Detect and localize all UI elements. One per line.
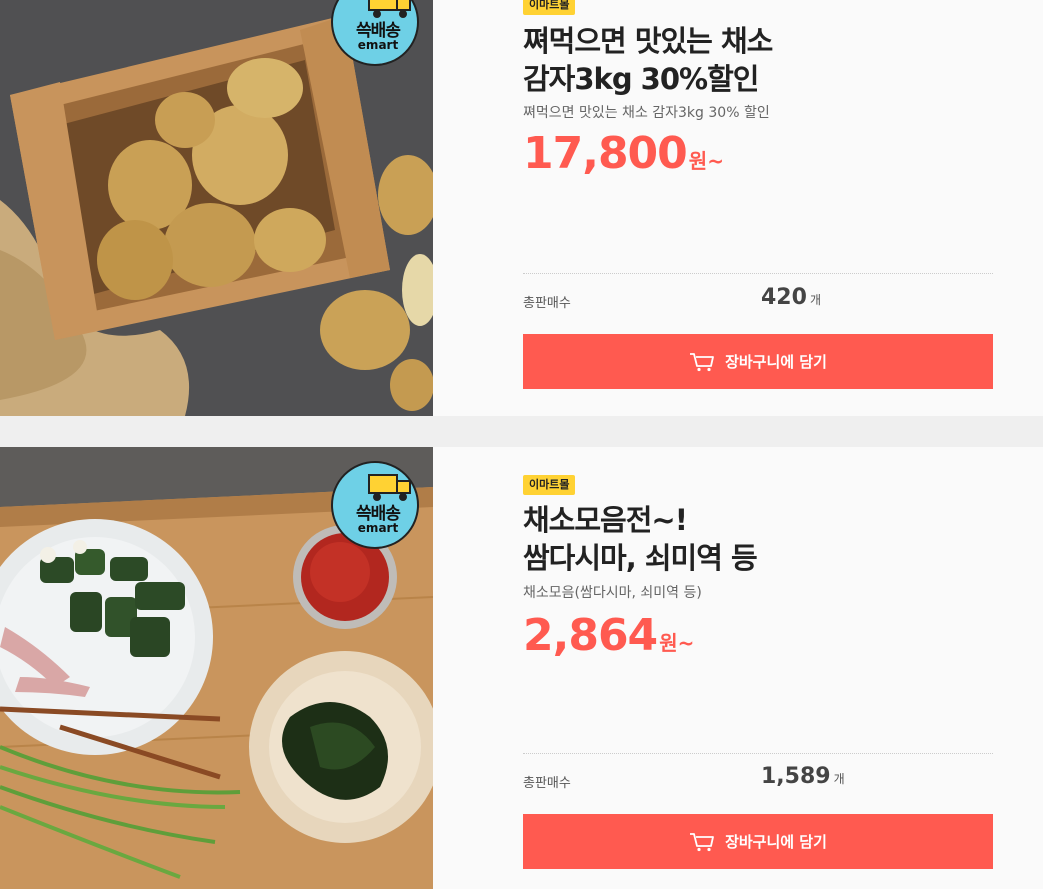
- add-to-cart-label: 장바구니에 담기: [725, 353, 827, 371]
- sales-count-unit: 개: [833, 772, 845, 786]
- sales-count: 1,589 개: [761, 764, 845, 789]
- add-to-cart-label: 장바구니에 담기: [725, 833, 827, 851]
- product-title-line: 감자3kg 30%할인: [523, 62, 759, 96]
- product-title-line: 채소모음전~!: [523, 503, 688, 537]
- product-price: 2,864 원~: [523, 610, 694, 661]
- product-title-line: 쪄먹으면 맛있는 채소: [523, 24, 773, 58]
- cart-icon: [690, 352, 714, 371]
- product-subtitle: 쪄먹으면 맛있는 채소 감자3kg 30% 할인: [523, 105, 770, 121]
- product-image[interactable]: 쓱배송 emart: [0, 447, 433, 889]
- product-info: 이마트몰 쪄먹으면 맛있는 채소 감자3kg 30%할인 쪄먹으면 맛있는 채소…: [433, 0, 1043, 416]
- badge-brand: emart: [357, 521, 399, 535]
- product-title[interactable]: 채소모음전~! 쌈다시마, 쇠미역 등: [523, 501, 993, 577]
- product-card[interactable]: 쓱배송 emart 이마트몰 쪄먹으면 맛있는 채소 감자3kg 30%할인 쪄…: [0, 0, 1043, 416]
- price-unit: 원~: [659, 631, 695, 655]
- product-image[interactable]: 쓱배송 emart: [0, 0, 433, 416]
- product-title-line: 쌈다시마, 쇠미역 등: [523, 541, 758, 575]
- product-info: 이마트몰 채소모음전~! 쌈다시마, 쇠미역 등 채소모음(쌈다시마, 쇠미역 …: [433, 447, 1043, 889]
- product-subtitle: 채소모음(쌈다시마, 쇠미역 등): [523, 585, 702, 601]
- price-amount: 2,864: [523, 610, 658, 661]
- price-unit: 원~: [688, 149, 724, 173]
- sales-count: 420 개: [761, 285, 821, 310]
- product-price: 17,800 원~: [523, 128, 724, 179]
- product-title[interactable]: 쪄먹으면 맛있는 채소 감자3kg 30%할인: [523, 22, 993, 98]
- ssg-delivery-badge: 쓱배송 emart: [331, 461, 419, 549]
- mall-tag: 이마트몰: [523, 475, 576, 495]
- product-card[interactable]: 쓱배송 emart 이마트몰 채소모음전~! 쌈다시마, 쇠미역 등 채소모음(…: [0, 447, 1043, 889]
- badge-brand: emart: [357, 38, 399, 52]
- sales-label: 총판매수: [523, 296, 571, 311]
- mall-tag: 이마트몰: [523, 0, 576, 15]
- add-to-cart-button[interactable]: 장바구니에 담기: [523, 334, 993, 389]
- sales-count-number: 1,589: [761, 764, 831, 789]
- sales-count-unit: 개: [809, 293, 821, 307]
- divider: [523, 753, 993, 754]
- cart-icon: [690, 832, 714, 851]
- price-amount: 17,800: [523, 128, 688, 179]
- sales-label: 총판매수: [523, 776, 571, 791]
- add-to-cart-button[interactable]: 장바구니에 담기: [523, 814, 993, 869]
- sales-count-number: 420: [761, 285, 807, 310]
- divider: [523, 273, 993, 274]
